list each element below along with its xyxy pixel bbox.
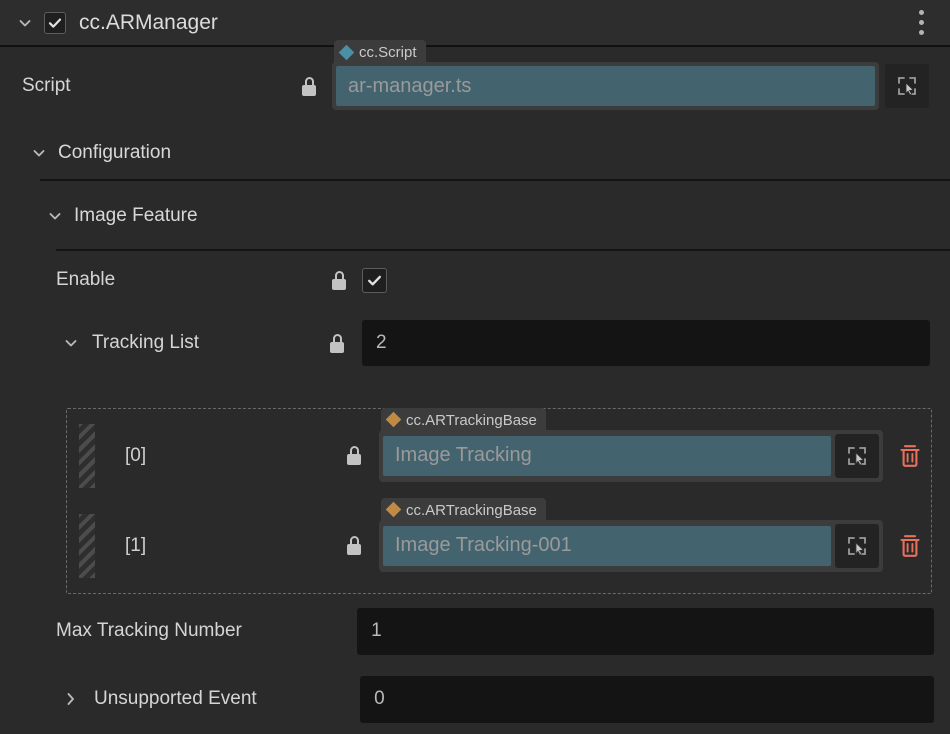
tracking-list-array-container: [0] cc.ARTrackingBase Image Tracking [1]… <box>66 407 932 594</box>
configuration-chevron-down-icon[interactable] <box>28 142 50 164</box>
array-item-1-drag-grip-icon[interactable] <box>79 513 95 578</box>
array-item-0-reference-field[interactable]: cc.ARTrackingBase Image Tracking <box>379 407 927 482</box>
array-item-0-type-badge: cc.ARTrackingBase <box>381 407 546 432</box>
array-item-1-ref-frame[interactable]: Image Tracking-001 <box>379 519 883 572</box>
component-title: cc.ARManager <box>79 10 218 34</box>
kebab-menu-icon[interactable] <box>908 8 934 38</box>
kebab-dot <box>918 30 924 35</box>
section-configuration[interactable]: Configuration <box>0 125 950 181</box>
max-tracking-number-label: Max Tracking Number <box>56 620 242 641</box>
unsupported-event-input[interactable]: 0 <box>360 675 934 723</box>
script-type-badge: cc.Script <box>334 40 426 64</box>
array-item-1-index: [1] <box>125 534 147 556</box>
array-item-0-value[interactable]: Image Tracking <box>383 435 831 476</box>
array-item-1-select-node-icon[interactable] <box>835 523 879 568</box>
image-feature-label: Image Feature <box>74 205 198 226</box>
enable-row: Enable <box>0 251 950 309</box>
max-tracking-number-input[interactable]: 1 <box>357 607 934 655</box>
max-tracking-number-row: Max Tracking Number 1 <box>0 600 950 662</box>
array-item-1-type-badge-label: cc.ARTrackingBase <box>406 501 537 519</box>
tracking-list-row: Tracking List 2 <box>0 309 950 377</box>
enable-label: Enable <box>56 269 116 290</box>
array-item-1-trash-icon[interactable] <box>893 524 927 568</box>
component-inspector-panel: cc.ARManager Script cc.Script ar-manager… <box>0 0 950 734</box>
array-item-1-value[interactable]: Image Tracking-001 <box>383 525 831 566</box>
array-item-0-index: [0] <box>125 444 147 466</box>
array-item-1-type-badge: cc.ARTrackingBase <box>381 497 546 522</box>
script-label: Script <box>22 75 71 96</box>
script-lock-icon <box>302 76 316 96</box>
configuration-label: Configuration <box>58 142 172 163</box>
array-item-1: [1] cc.ARTrackingBase Image Tracking-001 <box>67 497 931 589</box>
script-select-node-icon[interactable] <box>885 64 929 108</box>
kebab-dot <box>918 20 924 25</box>
unsupported-event-row: Unsupported Event 0 <box>0 668 950 730</box>
array-item-0-lock-icon <box>347 446 361 465</box>
array-item-0-trash-icon[interactable] <box>893 434 927 478</box>
image-feature-chevron-down-icon[interactable] <box>44 205 66 227</box>
array-item-0-type-badge-label: cc.ARTrackingBase <box>406 411 537 429</box>
array-item-1-lock-icon <box>347 536 361 555</box>
array-item-0-select-node-icon[interactable] <box>835 433 879 478</box>
script-row: Script cc.Script ar-manager.ts <box>0 40 950 125</box>
array-item-0-ref-frame[interactable]: Image Tracking <box>379 429 883 482</box>
array-item-0-drag-grip-icon[interactable] <box>79 423 95 488</box>
component-enabled-checkbox[interactable] <box>44 11 66 34</box>
script-type-diamond-icon <box>338 44 355 60</box>
component-collapse-chevron-down-icon[interactable] <box>14 12 36 34</box>
tracking-list-chevron-down-icon[interactable] <box>60 332 82 354</box>
script-type-badge-label: cc.Script <box>359 44 417 61</box>
script-reference-field[interactable]: cc.Script ar-manager.ts <box>332 40 929 110</box>
array-item-0: [0] cc.ARTrackingBase Image Tracking <box>67 407 931 502</box>
array-item-1-type-diamond-icon <box>385 501 402 518</box>
script-value[interactable]: ar-manager.ts <box>336 66 875 106</box>
array-item-1-reference-field[interactable]: cc.ARTrackingBase Image Tracking-001 <box>379 497 927 572</box>
unsupported-event-chevron-right-icon[interactable] <box>60 688 82 710</box>
kebab-dot <box>918 10 924 15</box>
tracking-list-label: Tracking List <box>92 332 199 353</box>
component-header[interactable]: cc.ARManager <box>0 0 950 47</box>
enable-lock-icon <box>332 270 346 290</box>
script-ref-frame[interactable]: ar-manager.ts <box>332 62 879 110</box>
tracking-list-count-input[interactable]: 2 <box>362 320 930 366</box>
tracking-list-lock-icon <box>330 333 344 353</box>
unsupported-event-label: Unsupported Event <box>94 688 257 709</box>
section-image-feature[interactable]: Image Feature <box>0 181 950 251</box>
array-item-0-type-diamond-icon <box>385 411 402 428</box>
enable-checkbox[interactable] <box>362 267 387 293</box>
